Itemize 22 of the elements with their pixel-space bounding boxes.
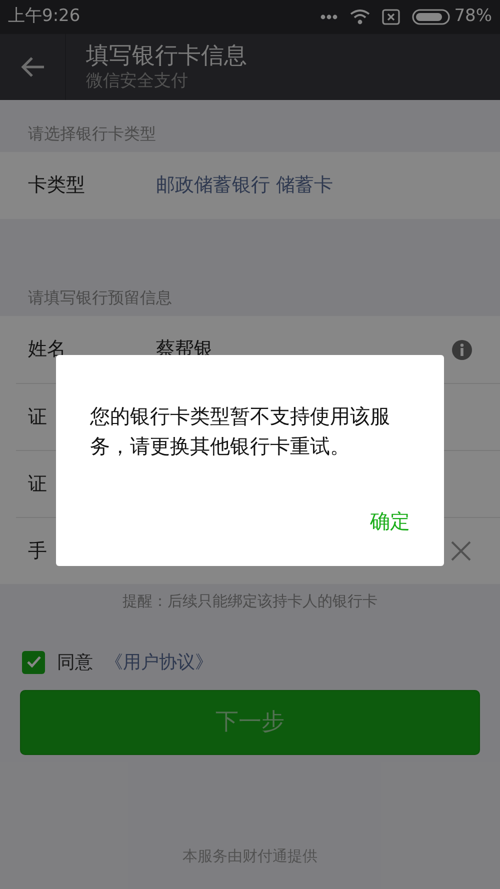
sim-icon — [382, 9, 400, 25]
confirm-button[interactable]: 确定 — [370, 506, 410, 536]
field-label: 卡类型 — [28, 173, 85, 198]
status-time: 上午9:26 — [8, 5, 80, 28]
field-value[interactable]: 邮政储蓄银行 储蓄卡 — [156, 171, 334, 200]
agree-checkbox[interactable] — [22, 650, 45, 674]
info-icon[interactable] — [452, 340, 472, 360]
field-label: 证 — [28, 472, 47, 497]
check-icon — [26, 655, 42, 669]
field-label: 证 — [28, 404, 47, 430]
field-label: 手 — [28, 538, 47, 564]
agree-label: 同意 — [57, 650, 93, 674]
wifi-icon — [350, 9, 370, 25]
next-button[interactable]: 下一步 — [20, 690, 480, 754]
back-arrow-icon[interactable] — [20, 56, 46, 78]
battery-percent: 78% — [454, 5, 492, 28]
page-title: 填写银行卡信息 — [86, 42, 247, 70]
more-icon — [320, 14, 338, 20]
close-icon[interactable] — [450, 540, 472, 562]
user-agreement-link[interactable]: 《用户协议》 — [105, 648, 213, 676]
battery-icon — [412, 9, 450, 25]
dialog-message: 您的银行卡类型暂不支持使用该服务，请更换其他银行卡重试。 — [90, 403, 391, 460]
